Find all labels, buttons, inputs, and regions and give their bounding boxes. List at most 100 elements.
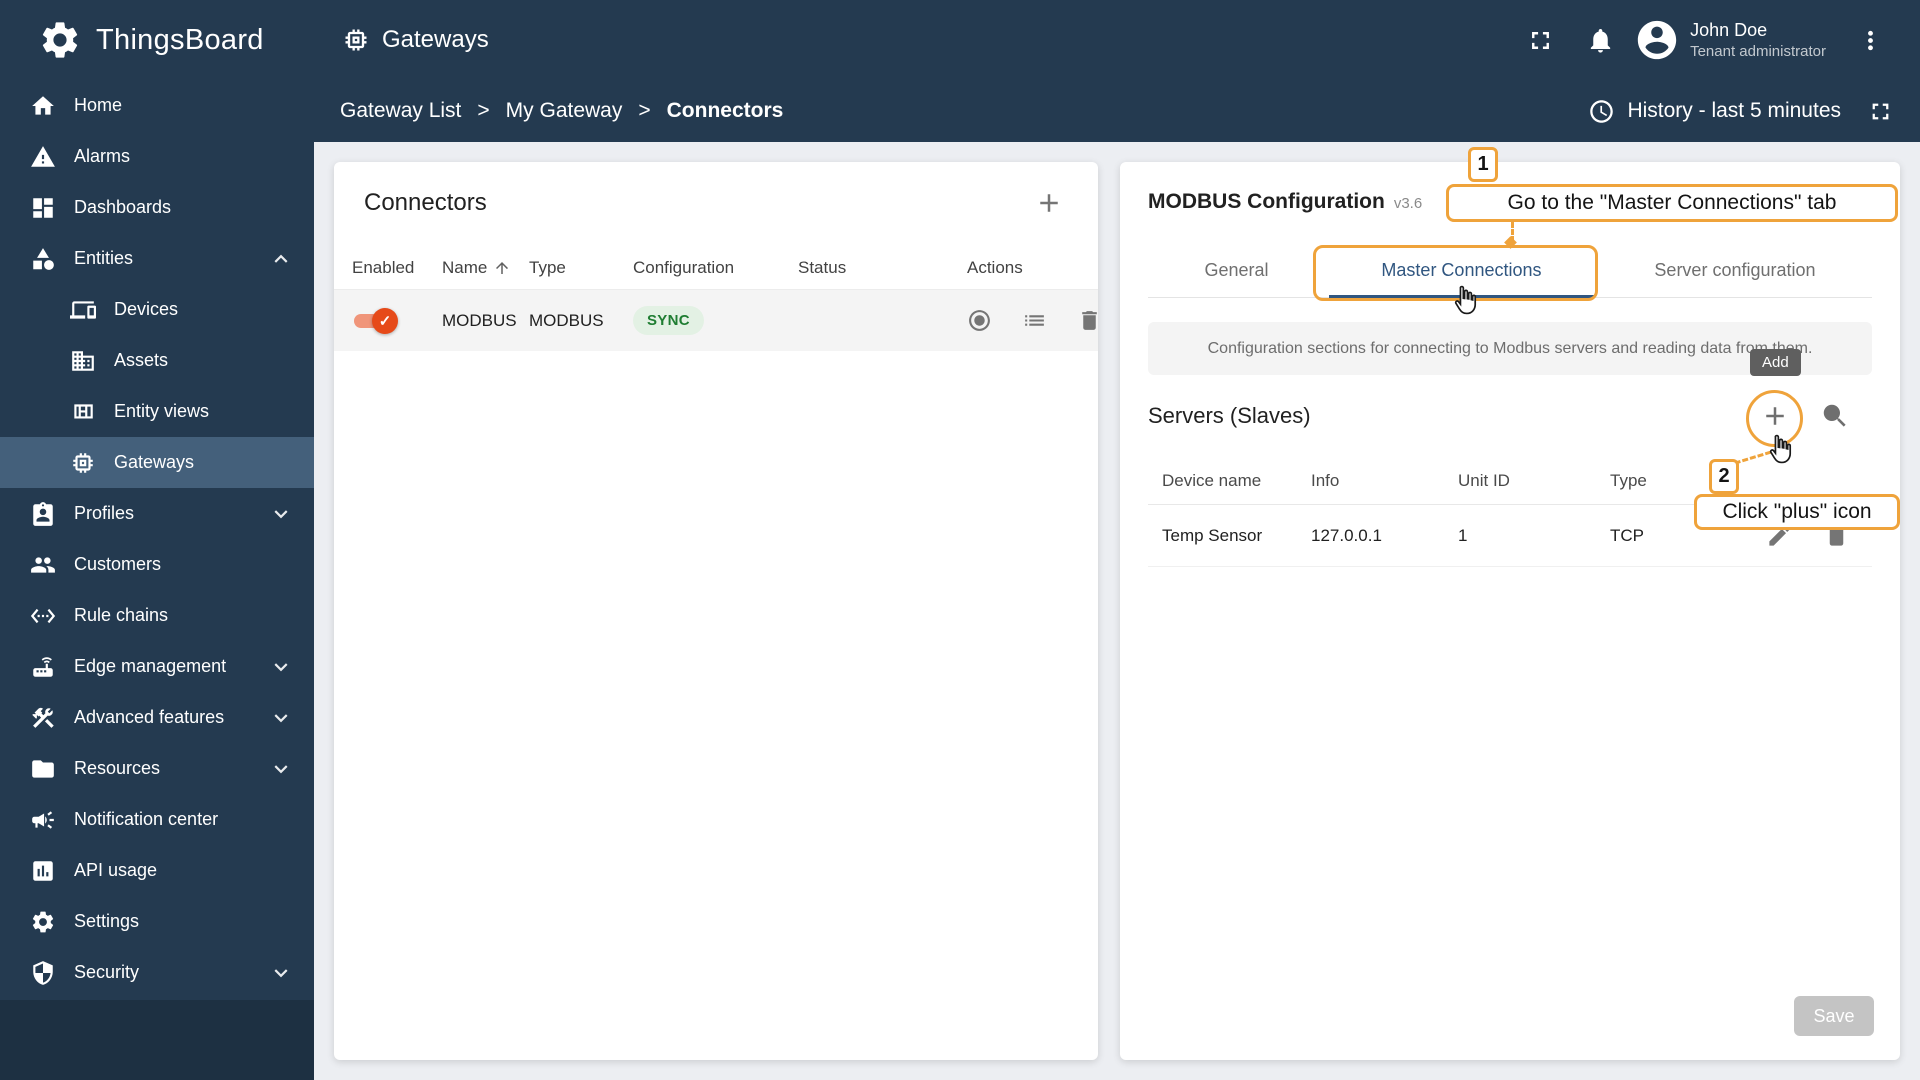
configuration-chip: SYNC: [633, 306, 704, 335]
save-button[interactable]: Save: [1794, 996, 1874, 1036]
top-header: ThingsBoard Gateways John Doe Tenant adm…: [0, 0, 1920, 80]
edit-pencil-icon[interactable]: [1766, 522, 1793, 549]
chevron-down-icon: [268, 654, 294, 680]
connector-actions: [967, 308, 1098, 333]
main-area: Gateway List > My Gateway > Connectors H…: [314, 80, 1920, 1080]
sidebar-footer: [0, 1000, 314, 1080]
fullscreen-icon[interactable]: [1514, 14, 1566, 66]
modbus-title: MODBUS Configuration: [1148, 190, 1385, 213]
user-avatar[interactable]: [1634, 17, 1680, 63]
sidebar-item-entities[interactable]: Entities: [0, 233, 314, 284]
configuration-list-icon[interactable]: [1022, 308, 1047, 333]
servers-header: Servers (Slaves): [1148, 399, 1872, 433]
sidebar-item-settings[interactable]: Settings: [0, 896, 314, 947]
sidebar-item-alarms[interactable]: Alarms: [0, 131, 314, 182]
column-unit-id: Unit ID: [1458, 470, 1510, 490]
user-info: John Doe Tenant administrator: [1690, 19, 1826, 62]
tab-server-configuration[interactable]: Server configuration: [1598, 243, 1872, 297]
search-icon[interactable]: [1820, 401, 1850, 431]
kebab-menu-icon[interactable]: [1844, 14, 1896, 66]
server-unit-id: 1: [1458, 525, 1468, 545]
devices-icon: [70, 297, 96, 323]
entity-views-icon: [70, 399, 96, 425]
connectors-card: Connectors Enabled Name Type Configurati…: [334, 162, 1098, 1060]
brand[interactable]: ThingsBoard: [0, 18, 314, 62]
add-server-plus-icon[interactable]: [1760, 401, 1790, 431]
sidebar-item-notification-center[interactable]: Notification center: [0, 794, 314, 845]
chevron-down-icon: [268, 756, 294, 782]
breadcrumb-gateway-list[interactable]: Gateway List: [340, 99, 461, 123]
page-title: Gateways: [342, 26, 489, 54]
connectors-card-header: Connectors: [334, 162, 1098, 218]
column-type: Type: [1610, 470, 1647, 490]
tab-master-connections[interactable]: Master Connections: [1325, 243, 1598, 298]
page-title-label: Gateways: [382, 26, 489, 53]
gateway-icon: [70, 450, 96, 476]
column-name-sortable[interactable]: Name: [442, 258, 529, 278]
breadcrumb-separator: >: [638, 99, 651, 122]
fullscreen-toggle-icon[interactable]: [1867, 98, 1894, 125]
sidebar-item-entity-views[interactable]: Entity views: [0, 386, 314, 437]
sidebar-item-security[interactable]: Security: [0, 947, 314, 998]
notifications-bell-icon[interactable]: [1574, 14, 1626, 66]
breadcrumb-my-gateway[interactable]: My Gateway: [506, 99, 623, 123]
sidebar-item-advanced-features[interactable]: Advanced features: [0, 692, 314, 743]
sidebar-item-rule-chains[interactable]: Rule chains: [0, 590, 314, 641]
sort-ascending-icon: [493, 259, 511, 277]
sidebar-item-profiles[interactable]: Profiles: [0, 488, 314, 539]
delete-connector-icon[interactable]: [1077, 308, 1098, 333]
connectors-title: Connectors: [364, 189, 487, 216]
thingsboard-logo-icon: [38, 18, 82, 62]
connector-enabled-toggle[interactable]: ✓: [352, 307, 398, 334]
column-enabled: Enabled: [352, 257, 415, 277]
tab-general[interactable]: General: [1148, 243, 1325, 297]
toggle-check-icon: ✓: [372, 307, 398, 334]
gateways-icon: [342, 26, 370, 54]
advanced-features-icon: [30, 705, 56, 731]
delete-server-icon[interactable]: [1823, 522, 1850, 549]
sidebar-item-resources[interactable]: Resources: [0, 743, 314, 794]
sidebar-item-devices[interactable]: Devices: [0, 284, 314, 335]
connector-name: MODBUS: [442, 310, 517, 330]
edge-icon: [30, 654, 56, 680]
add-connector-button[interactable]: [1034, 188, 1064, 218]
history-label: History - last 5 minutes: [1627, 99, 1841, 122]
dashboards-icon: [30, 195, 56, 221]
rpc-console-icon[interactable]: [967, 308, 992, 333]
sidebar-item-dashboards[interactable]: Dashboards: [0, 182, 314, 233]
column-status: Status: [798, 257, 847, 277]
chevron-up-icon: [268, 246, 294, 272]
modbus-configuration-card: MODBUS Configuration v3.6 General Master…: [1120, 162, 1900, 1060]
sidebar-item-home[interactable]: Home: [0, 80, 314, 131]
sidebar-item-edge-management[interactable]: Edge management: [0, 641, 314, 692]
user-role: Tenant administrator: [1690, 42, 1826, 60]
connectors-table-header: Enabled Name Type Configuration Status A…: [334, 246, 1098, 290]
entities-icon: [30, 246, 56, 272]
sidebar-item-customers[interactable]: Customers: [0, 539, 314, 590]
breadcrumb-bar: Gateway List > My Gateway > Connectors H…: [314, 80, 1920, 142]
chevron-down-icon: [268, 501, 294, 527]
security-shield-icon: [30, 960, 56, 986]
server-type: TCP: [1610, 525, 1644, 545]
modbus-version: v3.6: [1393, 195, 1423, 212]
profiles-icon: [30, 501, 56, 527]
breadcrumb: Gateway List > My Gateway > Connectors: [340, 99, 783, 123]
sidebar: Home Alarms Dashboards Entities Devices …: [0, 80, 314, 1080]
sidebar-item-assets[interactable]: Assets: [0, 335, 314, 386]
servers-table-header: Device name Info Unit ID Type: [1148, 457, 1872, 505]
modbus-tabs: General Master Connections Server config…: [1148, 243, 1872, 298]
chevron-down-icon: [268, 705, 294, 731]
sidebar-item-gateways[interactable]: Gateways: [0, 437, 314, 488]
column-actions: Actions: [967, 257, 1023, 277]
sidebar-item-api-usage[interactable]: API usage: [0, 845, 314, 896]
servers-title: Servers (Slaves): [1148, 403, 1311, 428]
history-button[interactable]: History - last 5 minutes: [1588, 98, 1841, 125]
modbus-card-header: MODBUS Configuration v3.6: [1148, 162, 1872, 214]
breadcrumb-separator: >: [477, 99, 490, 122]
connector-row-modbus[interactable]: ✓ MODBUS MODBUS SYNC: [334, 290, 1098, 351]
content-area: Connectors Enabled Name Type Configurati…: [314, 142, 1920, 1080]
server-row-temp-sensor[interactable]: Temp Sensor 127.0.0.1 1 TCP: [1148, 505, 1872, 567]
warning-icon: [30, 144, 56, 170]
column-device-name: Device name: [1162, 470, 1262, 490]
clock-icon: [1590, 99, 1614, 123]
